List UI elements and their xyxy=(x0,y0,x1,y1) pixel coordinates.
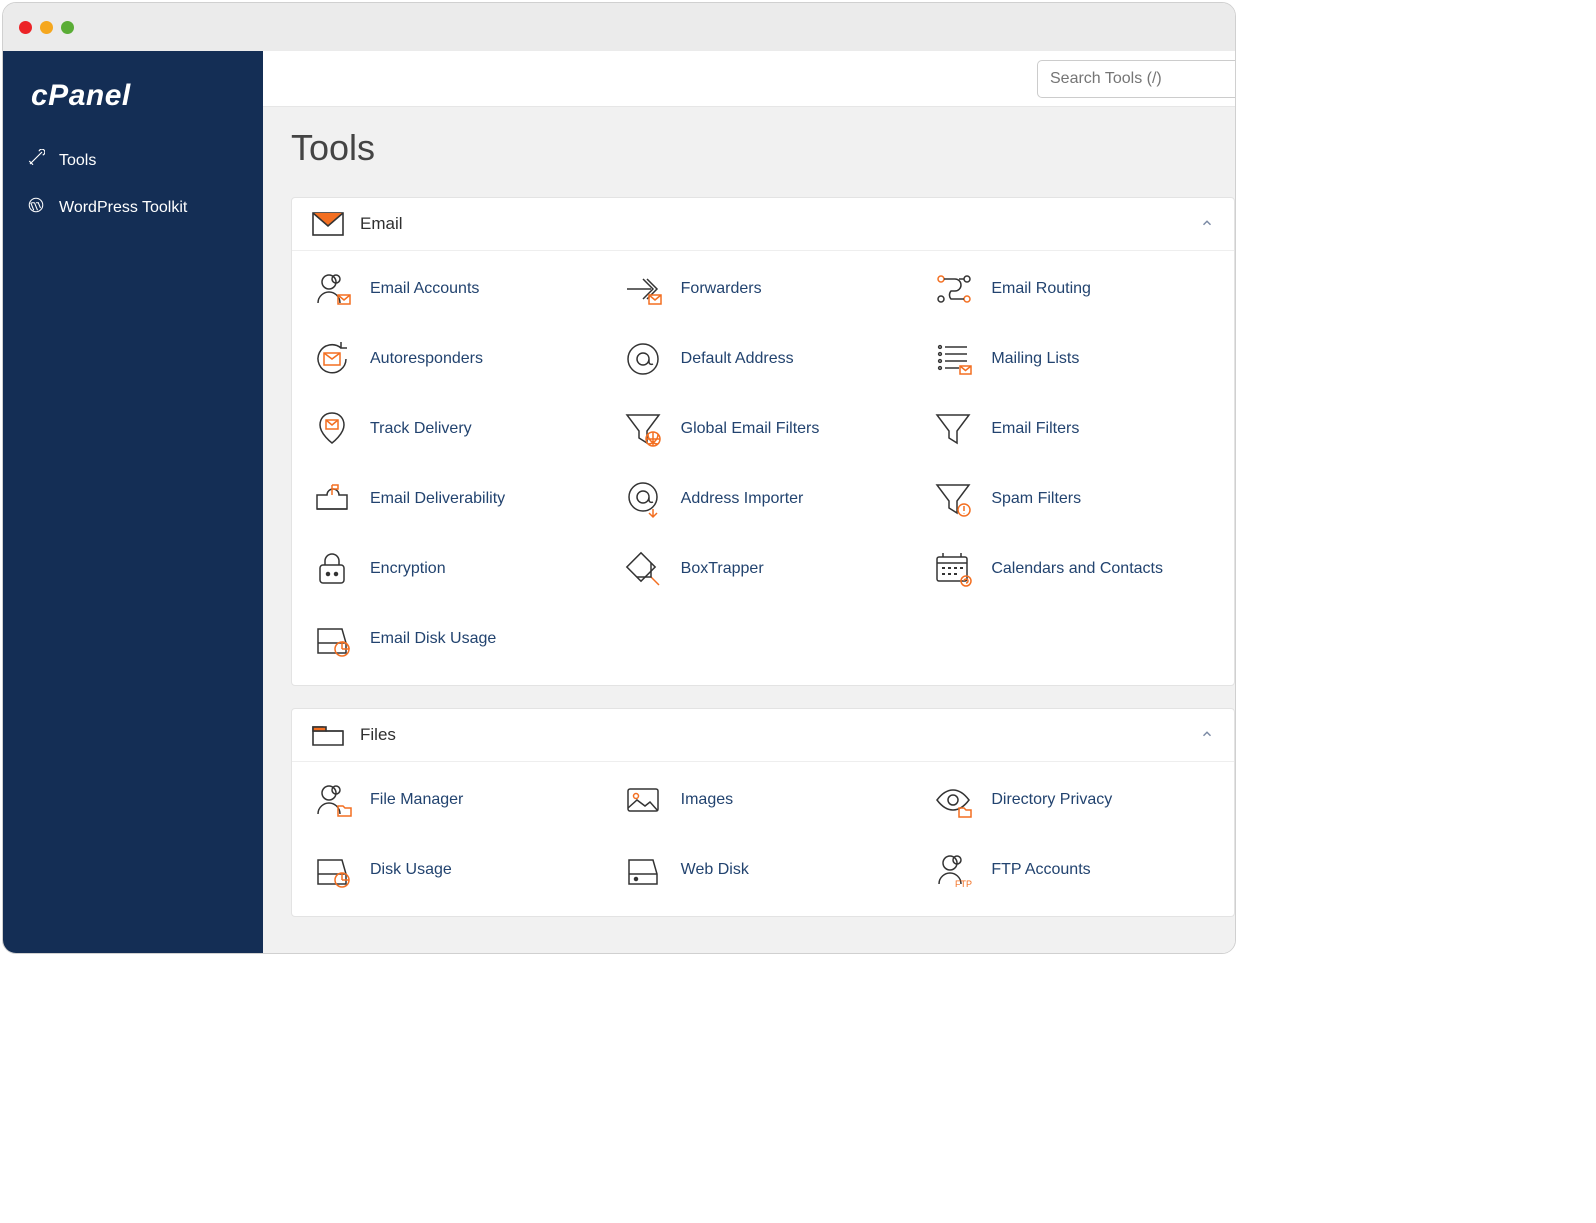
tool-images[interactable]: Images xyxy=(611,772,916,828)
envelope-icon xyxy=(312,212,344,236)
tool-label: FTP Accounts xyxy=(991,861,1090,879)
content-area: Tools Email xyxy=(263,107,1235,953)
tool-label: BoxTrapper xyxy=(681,560,764,578)
tool-autoresponders[interactable]: Autoresponders xyxy=(300,331,605,387)
folder-icon xyxy=(312,723,344,747)
chevron-up-icon xyxy=(1200,216,1214,233)
tool-directory-privacy[interactable]: Directory Privacy xyxy=(921,772,1226,828)
spam-filters-icon xyxy=(931,477,975,521)
sidebar-item-tools[interactable]: Tools xyxy=(3,137,263,184)
sidebar: cPanel Tools Wor xyxy=(3,51,263,953)
tool-label: Spam Filters xyxy=(991,490,1081,508)
chevron-up-icon xyxy=(1200,727,1214,744)
web-disk-icon xyxy=(621,848,665,892)
tool-email-deliverability[interactable]: Email Deliverability xyxy=(300,471,605,527)
tool-email-routing[interactable]: Email Routing xyxy=(921,261,1226,317)
images-icon xyxy=(621,778,665,822)
browser-window: cPanel Tools Wor xyxy=(2,2,1236,954)
section-title: Files xyxy=(360,725,1184,745)
disk-usage-icon xyxy=(310,848,354,892)
section-header-files[interactable]: Files xyxy=(292,709,1234,762)
app-shell: cPanel Tools Wor xyxy=(3,51,1235,953)
tool-default-address[interactable]: Default Address xyxy=(611,331,916,387)
tool-label: Track Delivery xyxy=(370,420,472,438)
brand-logo: cPanel xyxy=(3,69,263,137)
tool-email-filters[interactable]: Email Filters xyxy=(921,401,1226,457)
section-files: Files xyxy=(291,708,1235,917)
tool-spam-filters[interactable]: Spam Filters xyxy=(921,471,1226,527)
section-title: Email xyxy=(360,214,1184,234)
close-window-icon[interactable] xyxy=(19,21,32,34)
section-body-files: File Manager Images xyxy=(292,762,1234,916)
tool-track-delivery[interactable]: Track Delivery xyxy=(300,401,605,457)
tool-label: Forwarders xyxy=(681,280,762,298)
tool-label: Encryption xyxy=(370,560,446,578)
boxtrapper-icon xyxy=(621,547,665,591)
maximize-window-icon[interactable] xyxy=(61,21,74,34)
tool-email-disk-usage[interactable]: Email Disk Usage xyxy=(300,611,605,667)
tool-encryption[interactable]: Encryption xyxy=(300,541,605,597)
address-importer-icon xyxy=(621,477,665,521)
mailing-lists-icon xyxy=(931,337,975,381)
tool-label: Mailing Lists xyxy=(991,350,1079,368)
ftp-accounts-icon: FTP xyxy=(931,848,975,892)
encryption-icon xyxy=(310,547,354,591)
tool-label: Web Disk xyxy=(681,861,749,879)
sidebar-item-wordpress-toolkit[interactable]: WordPress Toolkit xyxy=(3,184,263,231)
tool-label: Global Email Filters xyxy=(681,420,820,438)
tool-label: Default Address xyxy=(681,350,794,368)
tool-label: Autoresponders xyxy=(370,350,483,368)
tool-label: Images xyxy=(681,791,733,809)
section-body-email: Email Accounts Forwarders xyxy=(292,251,1234,685)
tool-label: Email Accounts xyxy=(370,280,479,298)
tool-label: Directory Privacy xyxy=(991,791,1112,809)
tool-label: Email Routing xyxy=(991,280,1091,298)
tool-label: Email Disk Usage xyxy=(370,630,496,648)
tool-address-importer[interactable]: Address Importer xyxy=(611,471,916,527)
global-filters-icon xyxy=(621,407,665,451)
tool-label: File Manager xyxy=(370,791,463,809)
autoresponders-icon xyxy=(310,337,354,381)
sidebar-item-label: WordPress Toolkit xyxy=(59,199,187,217)
tool-web-disk[interactable]: Web Disk xyxy=(611,842,916,898)
tool-global-email-filters[interactable]: Global Email Filters xyxy=(611,401,916,457)
file-manager-icon xyxy=(310,778,354,822)
forwarders-icon xyxy=(621,267,665,311)
tool-calendars-contacts[interactable]: Calendars and Contacts xyxy=(921,541,1226,597)
email-routing-icon xyxy=(931,267,975,311)
tool-label: Email Deliverability xyxy=(370,490,505,508)
section-email: Email xyxy=(291,197,1235,686)
main-area: Tools Email xyxy=(263,51,1235,953)
window-titlebar xyxy=(3,3,1235,51)
track-delivery-icon xyxy=(310,407,354,451)
email-accounts-icon xyxy=(310,267,354,311)
wordpress-icon xyxy=(27,196,45,219)
email-filters-icon xyxy=(931,407,975,451)
minimize-window-icon[interactable] xyxy=(40,21,53,34)
tool-forwarders[interactable]: Forwarders xyxy=(611,261,916,317)
topbar xyxy=(263,51,1235,107)
search-input[interactable] xyxy=(1037,60,1235,98)
section-header-email[interactable]: Email xyxy=(292,198,1234,251)
tool-ftp-accounts[interactable]: FTP FTP Accounts xyxy=(921,842,1226,898)
directory-privacy-icon xyxy=(931,778,975,822)
default-address-icon xyxy=(621,337,665,381)
page-title: Tools xyxy=(291,127,1235,169)
tool-label: Disk Usage xyxy=(370,861,452,879)
deliverability-icon xyxy=(310,477,354,521)
tool-file-manager[interactable]: File Manager xyxy=(300,772,605,828)
tool-label: Address Importer xyxy=(681,490,804,508)
tool-label: Email Filters xyxy=(991,420,1079,438)
tool-label: Calendars and Contacts xyxy=(991,560,1163,578)
tool-boxtrapper[interactable]: BoxTrapper xyxy=(611,541,916,597)
tool-mailing-lists[interactable]: Mailing Lists xyxy=(921,331,1226,387)
svg-text:FTP: FTP xyxy=(955,879,972,889)
tools-icon xyxy=(27,149,45,172)
tool-email-accounts[interactable]: Email Accounts xyxy=(300,261,605,317)
calendars-icon xyxy=(931,547,975,591)
tool-disk-usage[interactable]: Disk Usage xyxy=(300,842,605,898)
sidebar-item-label: Tools xyxy=(59,152,96,170)
email-disk-usage-icon xyxy=(310,617,354,661)
